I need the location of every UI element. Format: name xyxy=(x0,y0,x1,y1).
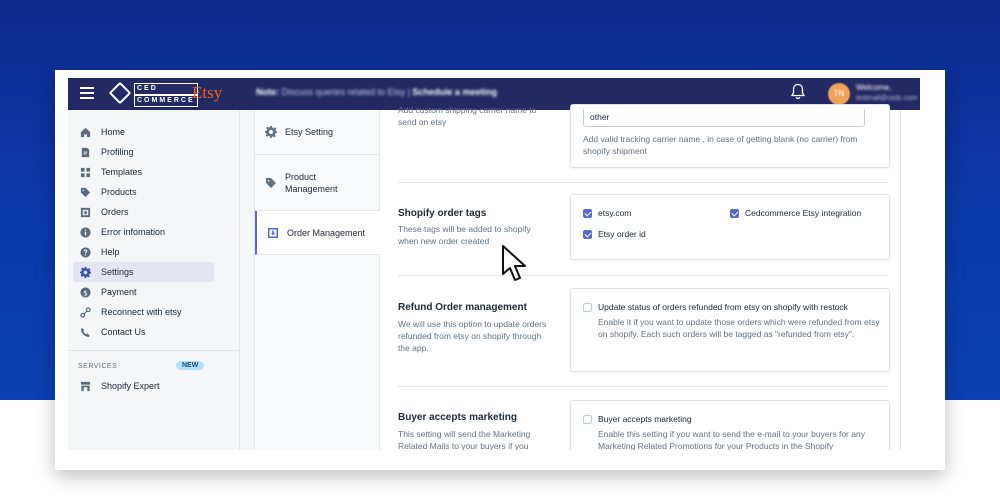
section-divider xyxy=(398,182,888,183)
profiling-icon xyxy=(79,146,91,158)
refund-order-description: We will use this option to update orders… xyxy=(398,319,547,353)
refund-order-card: Update status of orders refunded from et… xyxy=(570,288,890,372)
sidebar-item-contact-us[interactable]: Contact Us xyxy=(73,322,214,342)
app-window: CED COMMERCE Etsy Note: Discuss queries … xyxy=(68,78,920,450)
sidebar-item-reconnect[interactable]: Reconnect with etsy xyxy=(73,302,214,322)
buyer-marketing-description: This setting will send the Marketing Rel… xyxy=(398,429,531,450)
carrier-help-text: Add valid tracking carrier name , in cas… xyxy=(583,134,858,156)
cedcommerce-logo-text: CED COMMERCE xyxy=(134,83,198,107)
section-divider xyxy=(398,275,888,276)
bell-icon[interactable] xyxy=(790,83,806,101)
tag-icon xyxy=(79,186,91,198)
home-icon xyxy=(79,126,91,138)
tab-product-management[interactable]: Product Management xyxy=(255,155,380,211)
services-heading: SERVICES xyxy=(78,363,118,370)
cedcommerce-integration-label: Cedcommerce Etsy integration xyxy=(745,208,862,218)
refund-help-text: Enable it if you want to update those or… xyxy=(598,317,880,339)
sidebar-item-home[interactable]: Home xyxy=(73,122,214,142)
sidebar-item-shopify-expert[interactable]: Shopify Expert xyxy=(73,376,214,396)
section-divider xyxy=(398,386,888,387)
etsy-com-label: etsy.com xyxy=(598,208,632,218)
templates-icon xyxy=(79,166,91,178)
svg-text:$: $ xyxy=(83,288,88,297)
dollar-icon: $ xyxy=(79,286,91,298)
link-icon xyxy=(79,306,91,318)
buyer-marketing-help-text: Enable this setting if you want to send … xyxy=(598,429,865,450)
cedcommerce-logo-icon xyxy=(108,81,132,105)
settings-content: Add custom shipping carrier name to send… xyxy=(380,104,920,450)
tag-icon xyxy=(264,177,278,189)
help-icon xyxy=(79,246,91,258)
info-icon xyxy=(79,226,91,238)
settings-tabs: Etsy Setting Product Management Order Ma… xyxy=(254,110,380,450)
order-tags-title: Shopify order tags xyxy=(398,208,487,219)
shipping-carrier-card: other Add valid tracking carrier name , … xyxy=(570,104,890,168)
shipping-carrier-description: Add custom shipping carrier name to send… xyxy=(398,105,537,127)
user-welcome[interactable]: Welcome, testmail@cedc.com xyxy=(856,82,917,104)
sidebar-item-templates[interactable]: Templates xyxy=(73,162,214,182)
sidebar-item-settings[interactable]: Settings xyxy=(73,262,214,282)
store-icon xyxy=(79,380,91,392)
buyer-marketing-title: Buyer accepts marketing xyxy=(398,412,517,423)
mouse-pointer-icon xyxy=(500,244,530,284)
sidebar-item-help[interactable]: Help xyxy=(73,242,214,262)
services-divider xyxy=(68,350,240,351)
tab-order-management[interactable]: Order Management xyxy=(255,211,380,255)
sidebar: Home Profiling Templates Products Orders… xyxy=(68,110,240,450)
phone-icon xyxy=(79,326,91,338)
order-tags-card: etsy.com Cedcommerce Etsy integration Et… xyxy=(570,194,890,260)
sidebar-item-payment[interactable]: $ Payment xyxy=(73,282,214,302)
download-icon xyxy=(266,227,280,239)
avatar[interactable]: TN xyxy=(828,83,850,105)
refund-order-title: Refund Order management xyxy=(398,302,527,313)
cedcommerce-integration-checkbox[interactable] xyxy=(730,209,739,218)
buyer-marketing-label: Buyer accepts marketing xyxy=(598,414,692,424)
sidebar-item-profiling[interactable]: Profiling xyxy=(73,142,214,162)
etsy-logo: Etsy xyxy=(192,83,223,102)
orders-icon xyxy=(79,206,91,218)
new-badge: NEW xyxy=(176,361,205,370)
sidebar-item-orders[interactable]: Orders xyxy=(73,202,214,222)
etsy-com-checkbox[interactable] xyxy=(583,209,592,218)
gear-icon xyxy=(264,126,278,138)
content-scroll-edge xyxy=(900,110,901,450)
tab-etsy-setting[interactable]: Etsy Setting xyxy=(255,110,380,155)
refund-restock-label: Update status of orders refunded from et… xyxy=(598,302,848,312)
carrier-name-input[interactable]: other xyxy=(583,109,865,127)
refund-restock-checkbox[interactable] xyxy=(583,303,592,312)
etsy-order-id-checkbox[interactable] xyxy=(583,230,592,239)
etsy-order-id-label: Etsy order id xyxy=(598,229,646,239)
schedule-meeting-link[interactable]: Schedule a meeting xyxy=(412,87,497,97)
hamburger-menu-icon[interactable] xyxy=(80,87,94,99)
header-note: Note: Discuss queries related to Etsy | … xyxy=(256,87,497,97)
buyer-marketing-checkbox[interactable] xyxy=(583,415,592,424)
buyer-marketing-card: Buyer accepts marketing Enable this sett… xyxy=(570,400,890,450)
gear-icon xyxy=(79,266,91,278)
sidebar-item-products[interactable]: Products xyxy=(73,182,214,202)
sidebar-item-error-information[interactable]: Error infomation xyxy=(73,222,214,242)
